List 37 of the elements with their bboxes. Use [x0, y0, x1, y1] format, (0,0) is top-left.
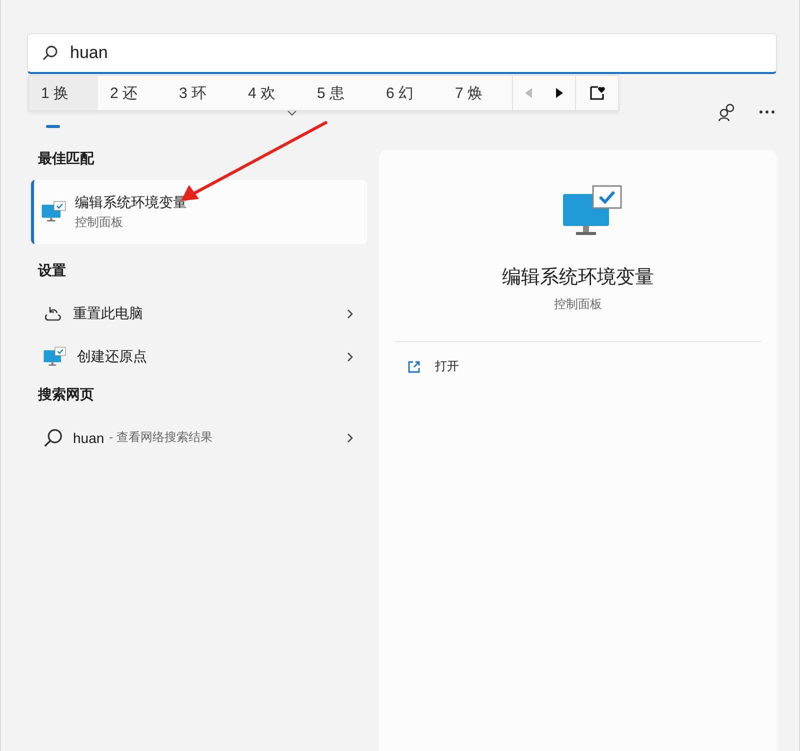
open-action[interactable]: 打开: [407, 358, 459, 375]
more-icon[interactable]: [759, 110, 775, 114]
ime-candidate[interactable]: 7 焕: [443, 76, 512, 110]
chevron-icon: [347, 352, 353, 362]
search-icon: [42, 45, 58, 61]
people-icon[interactable]: [717, 102, 737, 122]
section-heading: 搜索网页: [36, 386, 95, 404]
next-page-icon[interactable]: [555, 88, 563, 98]
heart-box-icon[interactable]: [588, 84, 606, 102]
ime-candidate[interactable]: 1 换: [29, 76, 98, 110]
detail-subtitle: 控制面板: [554, 296, 602, 313]
search-text: huan: [70, 43, 108, 63]
ime-candidate[interactable]: 2 还: [98, 76, 167, 110]
detail-title: 编辑系统环境变量: [502, 266, 654, 290]
ime-candidate[interactable]: 4 欢: [236, 76, 305, 110]
result-item[interactable]: 重置此电脑: [31, 292, 367, 335]
open-external-icon: [407, 360, 421, 374]
ime-candidate[interactable]: 5 患: [305, 76, 374, 110]
selected-tab-indicator: [46, 125, 60, 128]
ime-candidate[interactable]: 3 环: [167, 76, 236, 110]
monitor-icon: [41, 200, 67, 224]
item-note: - 查看网络搜索结果: [109, 429, 212, 446]
result-item[interactable]: 创建还原点: [31, 335, 367, 378]
caret-icon: [287, 110, 297, 116]
search-icon: [43, 428, 63, 448]
result-item[interactable]: huan - 查看网络搜索结果: [31, 416, 367, 459]
ime-candidate[interactable]: 6 幻: [374, 76, 443, 110]
section-heading: 设置: [36, 262, 67, 280]
chevron-icon: [347, 432, 353, 442]
monitor-icon: [43, 346, 67, 368]
item-subtitle: 控制面板: [75, 214, 124, 230]
chevron-icon: [347, 308, 353, 318]
item-label: huan: [73, 430, 104, 446]
item-label: 创建还原点: [77, 348, 147, 366]
item-label: 重置此电脑: [73, 304, 143, 322]
section-heading: 最佳匹配: [37, 150, 96, 168]
search-field[interactable]: huan: [27, 33, 777, 74]
